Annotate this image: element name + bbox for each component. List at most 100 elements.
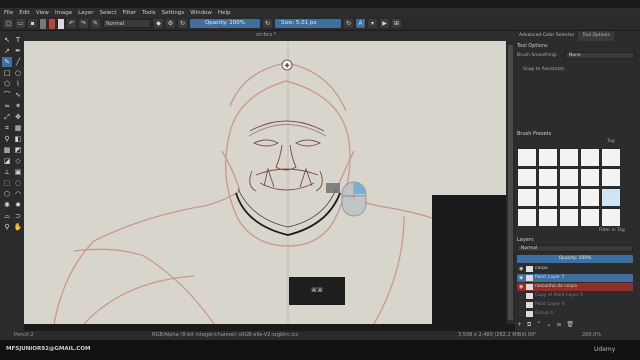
select-shapes-icon[interactable]: ↖ bbox=[2, 35, 12, 45]
layer-row[interactable]: ◉ rascunho do corpo bbox=[517, 283, 633, 291]
freehand-path-icon[interactable]: ∿ bbox=[13, 90, 23, 100]
gradient-tool-icon[interactable]: ▦ bbox=[13, 123, 23, 133]
menu-window[interactable]: Window bbox=[190, 10, 212, 16]
tab-advanced-color-selector[interactable]: Advanced Color Selector bbox=[515, 31, 578, 41]
menu-edit[interactable]: Edit bbox=[19, 10, 30, 16]
brush-preset-icon[interactable]: ✎ bbox=[91, 19, 100, 28]
ellipse-select-icon[interactable]: ◌ bbox=[13, 178, 23, 188]
polyline-tool-icon[interactable]: ⌇ bbox=[13, 79, 23, 89]
fill-tool-icon[interactable]: ◩ bbox=[13, 145, 23, 155]
layer-row[interactable]: ◌ Paint Layer 4 bbox=[517, 301, 633, 309]
move-down-icon[interactable]: ⌄ bbox=[546, 321, 556, 328]
pattern-swatch[interactable] bbox=[49, 18, 55, 29]
dynamic-brush-icon[interactable]: ≈ bbox=[2, 101, 12, 111]
menu-select[interactable]: Select bbox=[100, 10, 117, 16]
tab-tool-options[interactable]: Tool Options bbox=[578, 31, 614, 41]
menu-layer[interactable]: Layer bbox=[78, 10, 93, 16]
brush-preset[interactable] bbox=[559, 188, 579, 207]
reload-preset-icon[interactable]: ↻ bbox=[178, 19, 187, 28]
alpha-lock-icon[interactable]: ⚙ bbox=[166, 19, 175, 28]
freehand-select-icon[interactable]: ◠ bbox=[13, 189, 23, 199]
move-up-icon[interactable]: ⌃ bbox=[536, 321, 546, 328]
multibrush-icon[interactable]: ✶ bbox=[13, 101, 23, 111]
size-slider[interactable]: Size: 5.01 px bbox=[275, 19, 341, 28]
contiguous-select-icon[interactable]: ✺ bbox=[2, 200, 12, 210]
eye-icon[interactable]: ◉ bbox=[519, 283, 523, 291]
color-swatch[interactable] bbox=[58, 18, 64, 29]
undo-icon[interactable]: ↶ bbox=[67, 19, 76, 28]
brush-preset[interactable] bbox=[580, 208, 600, 227]
eye-icon[interactable]: ◉ bbox=[519, 274, 523, 282]
brush-preset[interactable] bbox=[538, 168, 558, 187]
brush-preset[interactable] bbox=[559, 168, 579, 187]
edit-shapes-icon[interactable]: ↗ bbox=[2, 46, 12, 56]
duplicate-layer-icon[interactable]: ⧉ bbox=[527, 321, 536, 328]
menu-image[interactable]: Image bbox=[55, 10, 72, 16]
vertical-scrollbar[interactable] bbox=[506, 41, 515, 324]
line-tool-icon[interactable]: ╱ bbox=[13, 57, 23, 67]
menu-filter[interactable]: Filter bbox=[122, 10, 136, 16]
brush-preset[interactable] bbox=[601, 208, 621, 227]
add-layer-icon[interactable]: + bbox=[517, 321, 527, 328]
tag-select[interactable]: Tag bbox=[607, 139, 615, 144]
open-document-icon[interactable]: ▭ bbox=[16, 19, 25, 28]
brush-preset[interactable] bbox=[538, 148, 558, 167]
layer-row[interactable]: ◉ Paint Layer 7 bbox=[517, 274, 633, 282]
move-tool-icon[interactable]: ✥ bbox=[13, 112, 23, 122]
measure-tool-icon[interactable]: ⟂ bbox=[2, 167, 12, 177]
drawing-canvas[interactable]: ✚ ⌘⌘ bbox=[24, 41, 506, 324]
freehand-brush-icon[interactable]: ✎ bbox=[2, 57, 12, 67]
properties-icon[interactable]: ≡ bbox=[556, 321, 566, 328]
brush-smoothing-select[interactable]: None bbox=[565, 52, 635, 59]
eye-icon[interactable]: ◌ bbox=[519, 310, 523, 318]
wrap-around-icon[interactable]: ▶ bbox=[380, 19, 389, 28]
colorize-mask-icon[interactable]: ◧ bbox=[13, 134, 23, 144]
new-document-icon[interactable]: ▢ bbox=[4, 19, 13, 28]
layer-blend-select[interactable]: Normal bbox=[517, 245, 633, 252]
transform-tool-icon[interactable]: ⤢ bbox=[2, 112, 12, 122]
bezier-tool-icon[interactable]: ⌒ bbox=[2, 90, 12, 100]
brush-preset[interactable] bbox=[517, 168, 537, 187]
scrollbar-thumb[interactable] bbox=[508, 45, 513, 320]
save-icon[interactable]: ▪ bbox=[28, 19, 37, 28]
blend-mode-select[interactable]: Normal bbox=[103, 19, 151, 28]
filter-in-tag-checkbox[interactable]: Filter in Tag bbox=[599, 228, 625, 233]
brush-preset[interactable] bbox=[601, 148, 621, 167]
similar-select-icon[interactable]: ✹ bbox=[13, 200, 23, 210]
layer-row[interactable]: ◌ Group 4 bbox=[517, 310, 633, 318]
eye-icon[interactable]: ◌ bbox=[519, 292, 523, 300]
opacity-reset-icon[interactable]: ↻ bbox=[263, 19, 272, 28]
ellipse-tool-icon[interactable]: ○ bbox=[13, 68, 23, 78]
mirror-vertical-icon[interactable]: ▾ bbox=[368, 19, 377, 28]
pan-tool-icon[interactable]: ✋ bbox=[13, 222, 23, 232]
reference-tool-icon[interactable]: ▣ bbox=[13, 167, 23, 177]
canvas-only-icon[interactable]: ⊞ bbox=[392, 19, 401, 28]
calligraphy-icon[interactable]: ✒ bbox=[13, 46, 23, 56]
menu-view[interactable]: View bbox=[36, 10, 49, 16]
eye-icon[interactable]: ◌ bbox=[519, 301, 523, 309]
brush-preset[interactable] bbox=[517, 148, 537, 167]
eye-icon[interactable]: ◉ bbox=[519, 265, 523, 273]
eraser-mode-icon[interactable]: ◆ bbox=[154, 19, 163, 28]
brush-preset[interactable] bbox=[517, 188, 537, 207]
rectangle-tool-icon[interactable]: □ bbox=[2, 68, 12, 78]
polygon-select-icon[interactable]: ⬡ bbox=[2, 189, 12, 199]
delete-layer-icon[interactable]: 🗑 bbox=[566, 321, 579, 328]
rect-select-icon[interactable]: ⬚ bbox=[2, 178, 12, 188]
mirror-horizontal-icon[interactable]: A bbox=[356, 19, 365, 28]
brush-preset[interactable] bbox=[559, 208, 579, 227]
smart-patch-icon[interactable]: ▩ bbox=[2, 145, 12, 155]
document-tab[interactable]: orcbra * ✕ bbox=[24, 31, 533, 41]
menu-settings[interactable]: Settings bbox=[162, 10, 185, 16]
brush-preset-selected[interactable] bbox=[601, 188, 621, 207]
snap-to-assistants-checkbox[interactable]: Snap to Assistants bbox=[523, 67, 565, 72]
zoom-tool-icon[interactable]: ⚲ bbox=[2, 222, 12, 232]
brush-preset[interactable] bbox=[538, 208, 558, 227]
layer-row[interactable]: ◌ Copy of Paint Layer 5 bbox=[517, 292, 633, 300]
size-reset-icon[interactable]: ↻ bbox=[344, 19, 353, 28]
text-tool-icon[interactable]: T bbox=[13, 35, 23, 45]
crop-tool-icon[interactable]: ⌗ bbox=[2, 123, 12, 133]
brush-preset[interactable] bbox=[538, 188, 558, 207]
brush-preset[interactable] bbox=[580, 168, 600, 187]
layer-opacity-slider[interactable]: Opacity: 100% bbox=[517, 255, 633, 263]
